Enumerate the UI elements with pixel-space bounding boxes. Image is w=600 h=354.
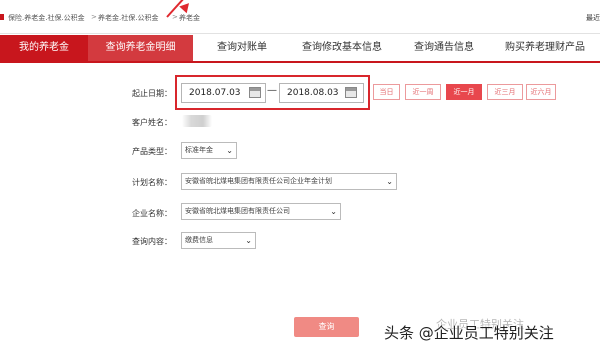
query-content-select[interactable]: 缴费信息 ⌄ (181, 232, 256, 249)
tab-statement[interactable]: 查询对账单 (200, 35, 284, 61)
date-range-label: 起止日期： (132, 89, 172, 98)
tab-notices[interactable]: 查询通告信息 (400, 35, 488, 61)
tab-my-pension[interactable]: 我的养老金 (0, 35, 88, 61)
start-date-value: 2018.07.03 (189, 88, 241, 98)
query-content-label: 查询内容： (132, 237, 172, 246)
company-name-value: 安徽省皖北煤电集团有限责任公司 (185, 207, 290, 215)
calendar-icon[interactable] (345, 87, 357, 98)
quick-week-button[interactable]: 近一周 (405, 84, 441, 100)
tab-buy-products[interactable]: 购买养老理财产品 (491, 35, 599, 61)
query-button[interactable]: 查询 (294, 317, 359, 337)
product-type-value: 标准年金 (185, 146, 213, 154)
calendar-icon[interactable] (249, 87, 261, 98)
company-name-select[interactable]: 安徽省皖北煤电集团有限责任公司 ⌄ (181, 203, 341, 220)
chevron-down-icon: ⌄ (226, 146, 233, 155)
product-type-label: 产品类型： (132, 147, 172, 156)
breadcrumb-separator: > (91, 13, 97, 21)
breadcrumb-marker-icon (0, 14, 4, 20)
company-name-label: 企业名称： (132, 209, 172, 218)
breadcrumb-right-text: 最近 (586, 14, 600, 22)
tab-pension-details[interactable]: 查询养老金明细 (88, 35, 193, 61)
customer-name-value-redacted (182, 115, 212, 127)
end-date-value: 2018.08.03 (287, 88, 339, 98)
breadcrumb-item[interactable]: 养老金.社保.公积金 (98, 13, 158, 23)
breadcrumb-current: 养老金 (179, 14, 200, 22)
plan-name-label: 计划名称： (132, 178, 172, 187)
quick-month-button[interactable]: 近一月 (446, 84, 482, 100)
plan-name-select[interactable]: 安徽省皖北煤电集团有限责任公司企业年金计划 ⌄ (181, 173, 397, 190)
plan-name-value: 安徽省皖北煤电集团有限责任公司企业年金计划 (185, 177, 332, 185)
tab-basic-info[interactable]: 查询修改基本信息 (288, 35, 396, 61)
watermark: 头条 @企业员工特别关注 (384, 324, 554, 342)
breadcrumb: 保险.养老金.社保.公积金 > 养老金.社保.公积金 > 养老金 最近 (0, 0, 600, 34)
chevron-down-icon: ⌄ (330, 207, 337, 216)
date-range-dash: — (267, 85, 277, 96)
chevron-down-icon: ⌄ (245, 236, 252, 245)
quick-three-months-button[interactable]: 近三月 (487, 84, 523, 100)
quick-six-months-button[interactable]: 近六月 (526, 84, 556, 100)
start-date-input[interactable]: 2018.07.03 (181, 83, 266, 103)
breadcrumb-item[interactable]: 保险.养老金.社保.公积金 (8, 13, 85, 23)
breadcrumb-separator: > (172, 13, 178, 21)
tab-bar: 我的养老金 查询养老金明细 查询对账单 查询修改基本信息 查询通告信息 购买养老… (0, 35, 600, 63)
quick-today-button[interactable]: 当日 (373, 84, 400, 100)
customer-name-label: 客户姓名： (132, 118, 172, 127)
query-content-value: 缴费信息 (185, 236, 213, 244)
chevron-down-icon: ⌄ (386, 177, 393, 186)
product-type-select[interactable]: 标准年金 ⌄ (181, 142, 237, 159)
end-date-input[interactable]: 2018.08.03 (279, 83, 364, 103)
